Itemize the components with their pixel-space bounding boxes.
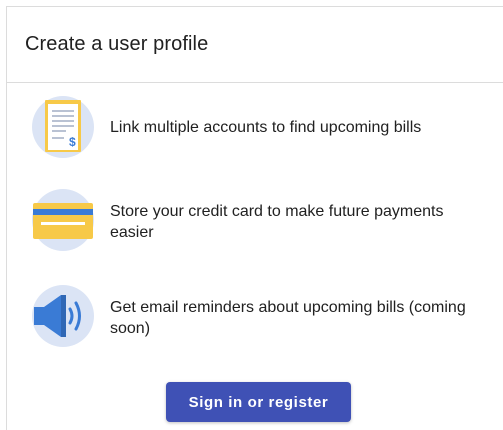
bill-document-icon: $ [32, 96, 94, 158]
feature-text: Store your credit card to make future pa… [110, 203, 444, 241]
feature-text: Get email reminders about upcoming bills… [110, 299, 466, 337]
svg-text:$: $ [69, 135, 76, 149]
megaphone-icon [32, 285, 94, 347]
feature-email-reminders: Get email reminders about upcoming bills… [7, 284, 503, 348]
feature-text: Link multiple accounts to find upcoming … [110, 119, 422, 136]
credit-card-icon [32, 189, 94, 251]
feature-link-accounts: $ Link multiple accounts to find upcomin… [7, 95, 503, 159]
feature-store-card: Store your credit card to make future pa… [7, 188, 503, 252]
card-header: Create a user profile [7, 7, 503, 83]
card-title: Create a user profile [25, 33, 209, 55]
profile-card: Create a user profile $ Link multiple ac… [6, 6, 503, 430]
sign-in-register-button[interactable]: Sign in or register [166, 382, 351, 422]
